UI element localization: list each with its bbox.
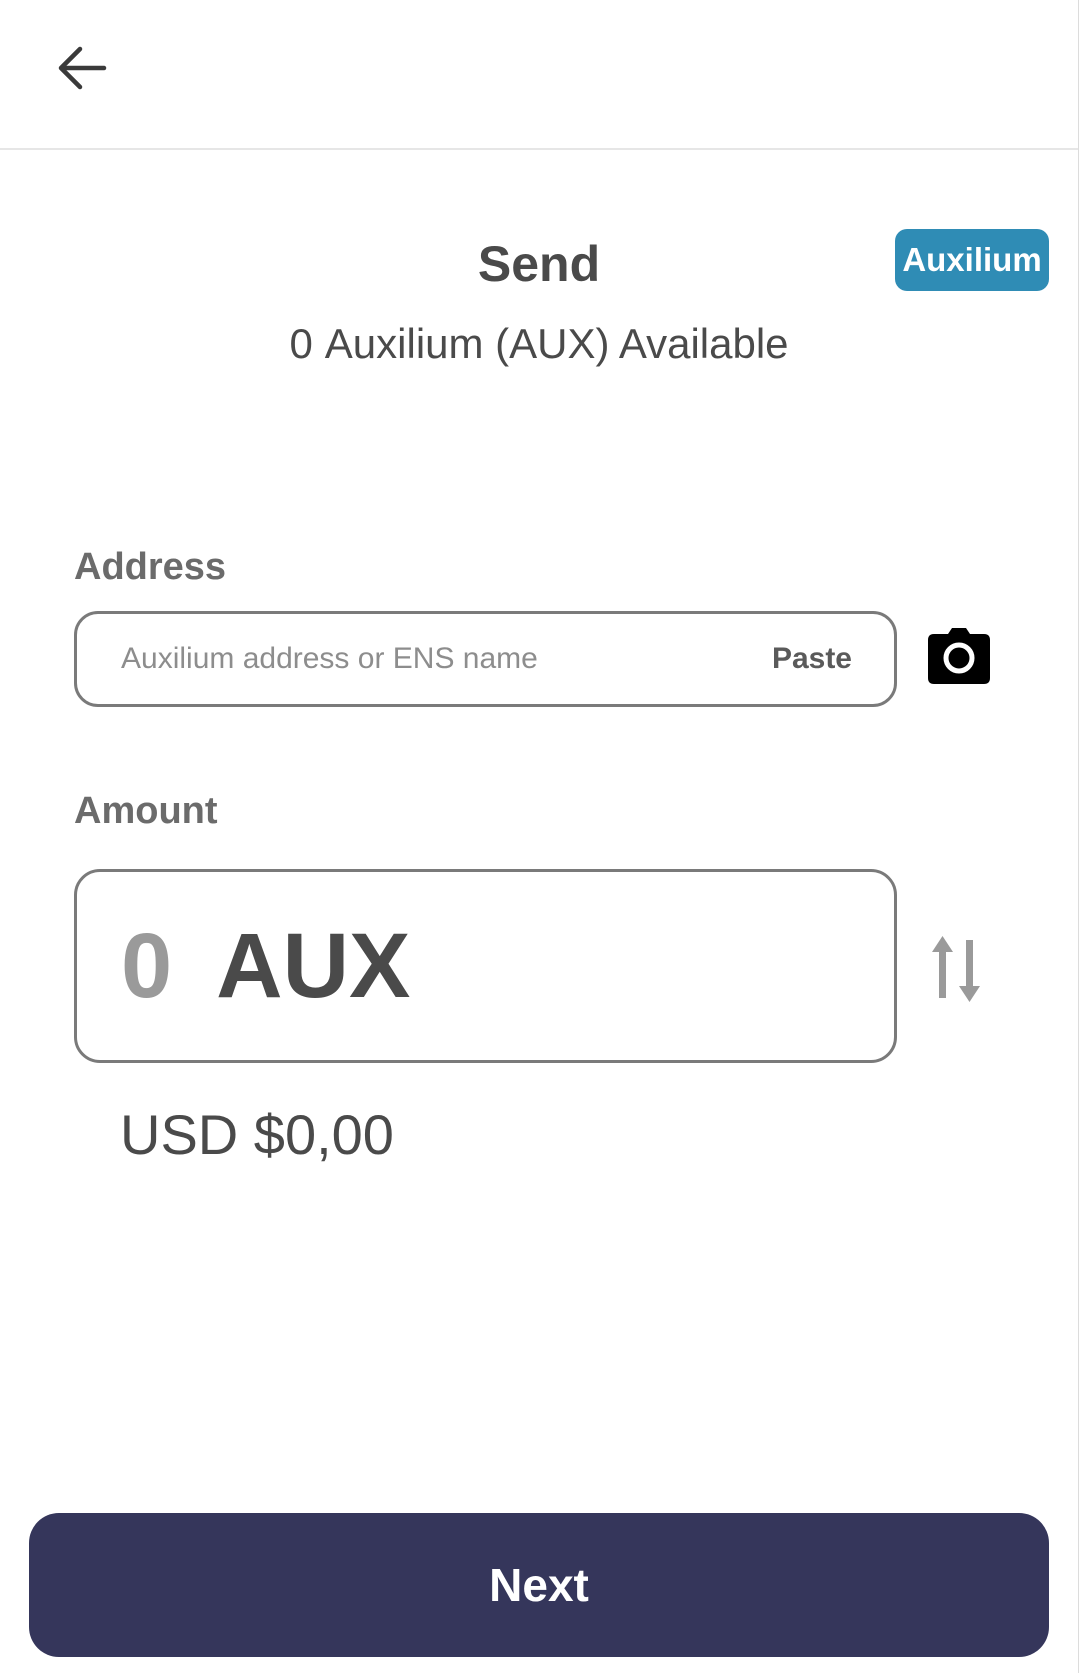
address-field[interactable]: Paste — [74, 611, 897, 707]
amount-unit: AUX — [216, 914, 411, 1017]
top-bar — [0, 0, 1078, 150]
back-button[interactable] — [52, 38, 112, 98]
paste-button[interactable]: Paste — [772, 642, 852, 676]
scan-qr-button[interactable] — [926, 626, 992, 686]
next-button[interactable]: Next — [29, 1513, 1049, 1657]
available-balance-text: Auxilium (AUX) Available — [324, 320, 789, 367]
available-balance: 0 Auxilium (AUX) Available — [0, 316, 1078, 372]
amount-field[interactable]: 0 AUX — [74, 869, 897, 1063]
amount-value[interactable]: 0 — [121, 914, 172, 1019]
fiat-value: USD $0,00 — [120, 1103, 394, 1166]
swap-vertical-icon — [932, 936, 980, 1002]
available-balance-amount: 0 — [289, 320, 313, 367]
address-input[interactable] — [119, 641, 772, 677]
address-label: Address — [74, 546, 227, 588]
swap-currency-button[interactable] — [930, 934, 982, 1004]
amount-label: Amount — [74, 790, 218, 832]
camera-icon — [928, 628, 990, 684]
network-badge: Auxilium — [895, 229, 1049, 291]
arrow-left-icon — [58, 46, 107, 90]
